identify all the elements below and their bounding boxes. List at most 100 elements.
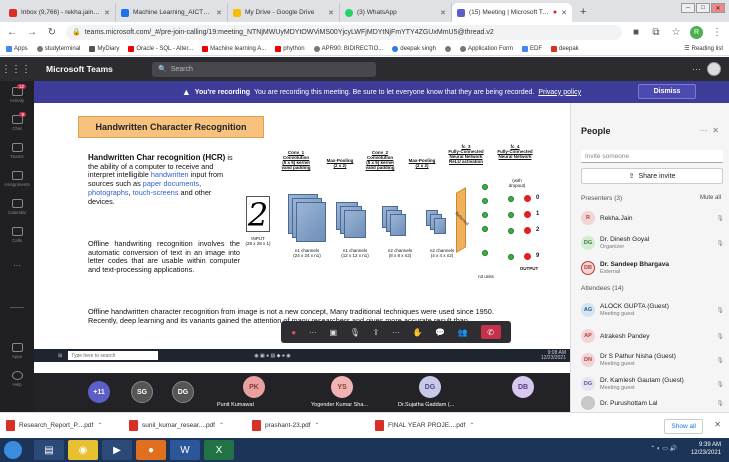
participant-row[interactable]: Dr. Purushottam Lal 🎙 — [581, 395, 726, 411]
bookmark-item[interactable]: EDF — [522, 45, 542, 52]
forward-icon[interactable]: → — [26, 27, 38, 38]
new-tab-button[interactable]: + — [572, 3, 594, 22]
mic-off-icon[interactable]: 🎙 — [716, 381, 726, 388]
rail-apps[interactable]: Apps — [0, 337, 34, 365]
participant-row[interactable]: AP Atrakesh Pandey 🎙 — [581, 325, 726, 347]
mic-off-icon[interactable]: 🎙 — [716, 307, 726, 314]
camera-icon[interactable]: ■ — [630, 27, 642, 38]
chevron-up-icon[interactable]: ⌃ — [219, 422, 224, 429]
participant-avatar[interactable]: DG — [172, 381, 194, 403]
excel-icon[interactable]: X — [204, 440, 234, 460]
mic-off-icon[interactable]: 🎙 — [716, 400, 726, 407]
close-icon[interactable]: ✕ — [561, 9, 567, 17]
close-window-icon[interactable]: ✕ — [711, 3, 725, 13]
bookmark-item[interactable]: APR90: BIDIRECTIO... — [313, 45, 383, 52]
participant-row[interactable]: DG Dr. Kamlesh Gautam (Guest) Meeting gue… — [581, 373, 726, 395]
close-icon[interactable]: ✕ — [328, 9, 334, 17]
close-icon[interactable]: ✕ — [712, 126, 719, 135]
url-input[interactable]: 🔒 teams.microsoft.com/_#/pre-join-calling… — [66, 24, 622, 40]
participant-row[interactable]: R Rekha.Jain 🎙 — [581, 207, 726, 229]
media-icon[interactable]: ▶ — [102, 440, 132, 460]
share-screen-icon[interactable]: ⇪ — [373, 328, 380, 337]
participant-avatar[interactable]: DB — [512, 376, 534, 398]
raise-hand-icon[interactable]: ✋ — [413, 328, 423, 337]
back-icon[interactable]: ← — [6, 27, 18, 38]
privacy-policy-link[interactable]: Privacy policy — [538, 89, 581, 96]
reading-list-button[interactable]: ☰ Reading list — [684, 45, 723, 53]
more-participants-avatar[interactable]: +11 — [88, 381, 110, 403]
bookmark-item[interactable]: Machine learning A... — [202, 45, 266, 52]
chevron-up-icon[interactable]: ⌃ — [315, 422, 320, 429]
bookmark-apps[interactable]: Apps — [6, 45, 28, 52]
presenters-header[interactable]: Presenters (3) — [581, 195, 622, 202]
mic-off-icon[interactable]: 🎙 — [716, 215, 726, 222]
reload-icon[interactable]: ↻ — [46, 27, 58, 38]
hangup-button[interactable]: ✆ — [480, 325, 501, 339]
search-input[interactable]: 🔍 Search — [152, 61, 376, 77]
user-avatar[interactable] — [707, 62, 721, 76]
bookmark-item[interactable]: deepak — [551, 45, 579, 52]
rail-help[interactable]: Help — [0, 365, 34, 393]
rail-calls[interactable]: Calls — [0, 221, 34, 249]
download-item[interactable]: sunil_kumar_resear....pdf ⌃ — [129, 420, 246, 431]
participant-row[interactable]: DB Dr. Sandeep Bhargava External — [581, 257, 726, 279]
browser-tab-ml[interactable]: Machine Learning_AICTE-ISTE - (✕ — [116, 3, 228, 22]
more-options-icon[interactable]: ··· — [692, 64, 701, 74]
rail-calendar[interactable]: Calendar — [0, 193, 34, 221]
bookmark-item[interactable]: phython — [275, 45, 305, 52]
participant-row[interactable]: AG ALOCK GUPTA (Guest) Meeting guest 🎙 — [581, 299, 726, 321]
bookmark-item[interactable]: studyterminal — [36, 45, 80, 52]
app-launcher-icon[interactable]: ⋮⋮⋮ — [0, 64, 32, 75]
star-icon[interactable]: ☆ — [670, 27, 682, 38]
participant-avatar[interactable]: DG — [419, 376, 441, 398]
participants-icon[interactable]: 👥 — [458, 328, 468, 337]
dismiss-button[interactable]: Dismiss — [638, 84, 696, 99]
firefox-icon[interactable]: ● — [136, 440, 166, 460]
close-icon[interactable]: ✕ — [104, 9, 110, 17]
more-actions-icon[interactable]: ··· — [392, 328, 400, 337]
more-dots-icon[interactable]: ··· — [309, 328, 317, 337]
invite-input[interactable]: Invite someone — [581, 150, 723, 163]
mic-off-icon[interactable]: 🎙 — [716, 333, 726, 340]
explorer-icon[interactable]: ▤ — [34, 440, 64, 460]
close-icon[interactable]: ✕ — [216, 9, 222, 17]
bookmark-item[interactable]: Oracle - SQL - Alter... — [128, 45, 193, 52]
system-tray[interactable]: ⌃ ◐ ▭ 🔊 — [650, 445, 677, 452]
browser-tab-drive[interactable]: My Drive - Google Drive ✕ — [228, 3, 340, 22]
start-button[interactable] — [4, 441, 22, 459]
record-icon[interactable]: ● — [291, 328, 296, 337]
rail-activity[interactable]: 12 Activity — [0, 81, 34, 109]
rail-teams[interactable]: Teams — [0, 137, 34, 165]
profile-avatar[interactable]: R — [690, 25, 703, 39]
bookmark-item[interactable]: Application Form — [459, 45, 513, 52]
download-item[interactable]: Research_Report_P....pdf ⌃ — [6, 420, 123, 431]
browser-tab-whatsapp[interactable]: (3) WhatsApp ✕ — [340, 3, 452, 22]
maximize-icon[interactable]: □ — [696, 3, 710, 13]
close-icon[interactable]: ✕ — [440, 9, 446, 17]
participant-row[interactable]: DG Dr. Dinesh Goyal Organizer 🎙 — [581, 232, 726, 254]
mic-off-icon[interactable]: 🎙 — [716, 357, 726, 364]
participant-avatar[interactable]: YS — [331, 376, 353, 398]
close-icon[interactable]: ✕ — [714, 420, 721, 429]
chrome-icon[interactable]: ◉ — [68, 440, 98, 460]
download-item[interactable]: prashant-23.pdf ⌃ — [252, 420, 369, 431]
browser-tab-teams[interactable]: (15) Meeting | Microsoft Tea ● ✕ — [452, 3, 572, 22]
rail-chat[interactable]: 9 Chat — [0, 109, 34, 137]
chat-icon[interactable]: 💬 — [435, 328, 445, 337]
bookmark-item[interactable]: deepak singh — [392, 45, 436, 52]
mute-all-button[interactable]: Mute all — [700, 195, 721, 201]
rail-assignments[interactable]: Assignments — [0, 165, 34, 193]
participant-avatar[interactable]: SG — [131, 381, 153, 403]
browser-tab-gmail[interactable]: Inbox (9,766) - rekha.jain@poorn ✕ — [4, 3, 116, 22]
share-invite-button[interactable]: ⇪ Share invite — [581, 168, 723, 184]
show-all-button[interactable]: Show all — [664, 419, 703, 434]
chevron-up-icon[interactable]: ⌃ — [97, 422, 102, 429]
extensions-icon[interactable]: ⧉ — [650, 27, 662, 38]
bookmark-item[interactable]: MyDiary — [89, 45, 119, 52]
word-icon[interactable]: W — [170, 440, 200, 460]
camera-off-icon[interactable]: ▣ — [330, 328, 338, 337]
minimize-icon[interactable]: – — [681, 3, 695, 13]
menu-icon[interactable]: ⋮ — [711, 27, 723, 38]
rail-more[interactable]: ... — [0, 249, 34, 277]
mic-off-icon[interactable]: 🎙 — [716, 240, 726, 247]
